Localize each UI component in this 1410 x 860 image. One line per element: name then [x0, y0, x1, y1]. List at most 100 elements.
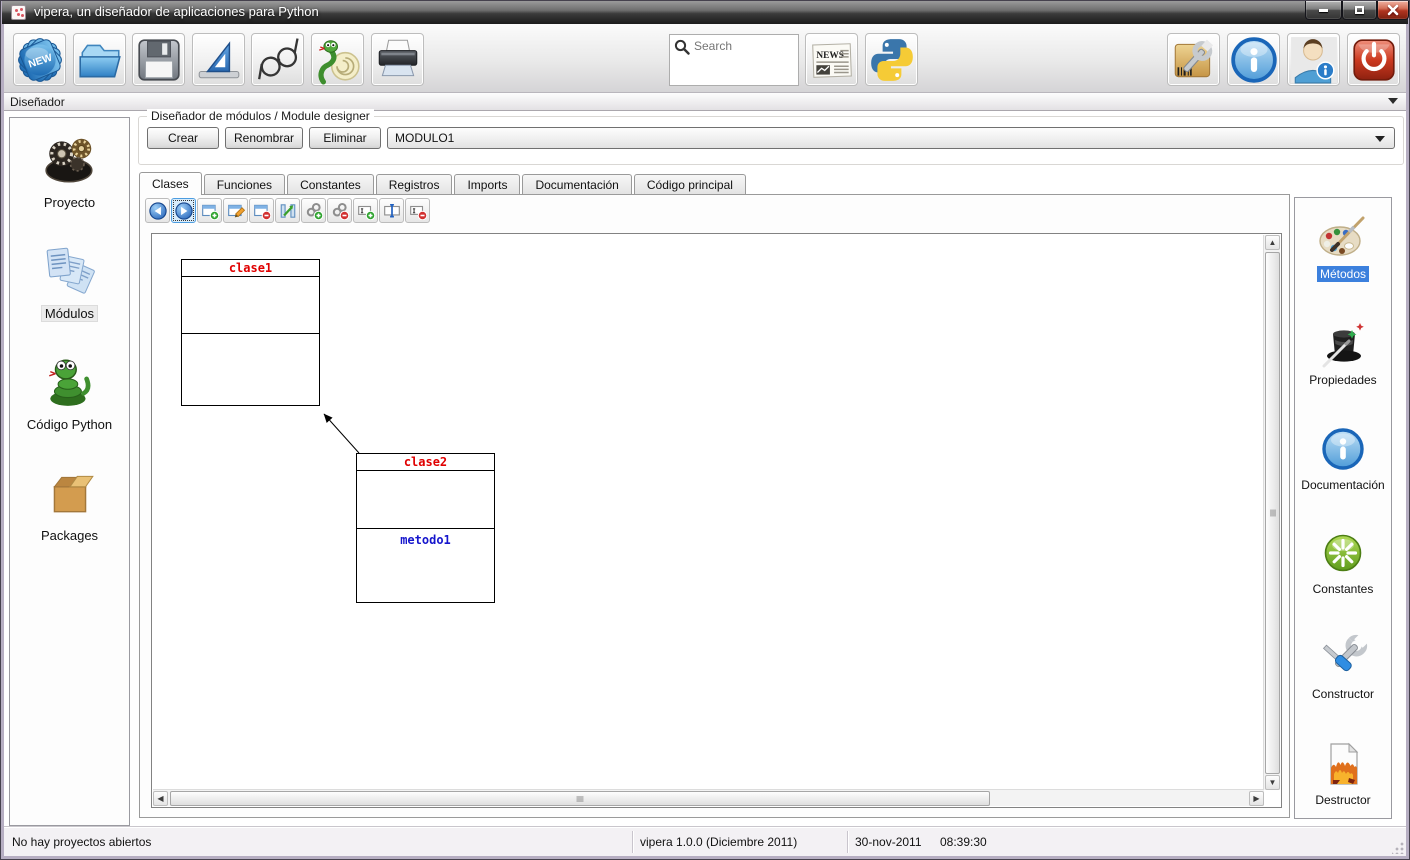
- new-project-button[interactable]: NEW: [13, 33, 66, 86]
- class-attributes-section: [182, 277, 319, 334]
- delete-module-button[interactable]: Eliminar: [309, 127, 381, 149]
- status-bar: No hay proyectos abiertos vipera 1.0.0 (…: [4, 827, 1406, 856]
- create-module-button[interactable]: Crear: [147, 127, 219, 149]
- add-relation-button[interactable]: [301, 198, 326, 223]
- canvas-horizontal-scrollbar[interactable]: ◀ ▶: [153, 789, 1264, 806]
- design-button[interactable]: [192, 33, 245, 86]
- close-button[interactable]: [1377, 1, 1409, 20]
- main-toolbar: NEW: [4, 24, 1406, 93]
- navigation-panel: Proyecto Módulos: [9, 117, 130, 826]
- status-message: No hay proyectos abiertos: [12, 835, 151, 849]
- exit-button[interactable]: [1347, 33, 1400, 86]
- info-circle-icon: [1319, 425, 1367, 473]
- class-box-clase1[interactable]: clase1: [181, 259, 320, 406]
- tool-item-constructor[interactable]: Constructor: [1309, 634, 1377, 702]
- green-star-icon: [1320, 531, 1366, 577]
- open-button[interactable]: [73, 33, 126, 86]
- scroll-down-icon[interactable]: ▼: [1265, 775, 1280, 790]
- tool-item-label: Constructor: [1309, 686, 1377, 702]
- tab-documentacion[interactable]: Documentación: [522, 174, 631, 195]
- forward-icon: [175, 202, 193, 220]
- module-designer-title: Diseñador de módulos / Module designer: [147, 109, 374, 123]
- link-delete-icon: [331, 202, 349, 220]
- view-button[interactable]: [251, 33, 304, 86]
- sidebar-item-proyecto[interactable]: Proyecto: [40, 132, 99, 211]
- packager-button[interactable]: [1167, 33, 1220, 86]
- tab-codigo-principal[interactable]: Código principal: [634, 174, 746, 195]
- edit-class-button[interactable]: [223, 198, 248, 223]
- forward-button[interactable]: [171, 198, 196, 223]
- move-class-button[interactable]: [275, 198, 300, 223]
- title-bar: vipera, un diseñador de aplicaciones par…: [2, 1, 1408, 24]
- sidebar-item-modulos[interactable]: Módulos: [41, 243, 98, 322]
- window-title: vipera, un diseñador de aplicaciones par…: [34, 4, 319, 19]
- minimize-button[interactable]: [1305, 1, 1342, 20]
- about-user-button[interactable]: [1287, 33, 1340, 86]
- tab-funciones[interactable]: Funciones: [204, 174, 285, 195]
- app-icon: [11, 5, 26, 20]
- sidebar-item-label: Proyecto: [40, 194, 99, 211]
- vipera-logo-button[interactable]: [311, 33, 364, 86]
- class-box-clase2[interactable]: clase2 metodo1: [356, 453, 495, 603]
- glasses-icon: [253, 35, 303, 85]
- new-project-icon: NEW: [15, 35, 65, 85]
- tab-constantes[interactable]: Constantes: [287, 174, 374, 195]
- tab-clases[interactable]: Clases: [139, 172, 202, 195]
- add-member-button[interactable]: [353, 198, 378, 223]
- package-wrench-icon: [1169, 35, 1219, 85]
- python-button[interactable]: [865, 33, 918, 86]
- scroll-left-icon[interactable]: ◀: [153, 791, 168, 806]
- canvas-vertical-scrollbar[interactable]: ▲ ▼: [1263, 235, 1280, 790]
- tool-item-documentacion[interactable]: Documentación: [1298, 425, 1387, 493]
- status-separator: [847, 831, 848, 853]
- client-area: Proyecto Módulos: [4, 111, 1406, 827]
- scroll-right-icon[interactable]: ▶: [1249, 791, 1264, 806]
- resize-grip[interactable]: [1392, 842, 1404, 854]
- tool-item-destructor[interactable]: Destructor: [1312, 740, 1373, 808]
- status-version: vipera 1.0.0 (Diciembre 2011): [640, 835, 797, 849]
- news-button[interactable]: NEWS: [805, 33, 858, 86]
- info-button[interactable]: [1227, 33, 1280, 86]
- collapse-arrow-icon[interactable]: [1388, 98, 1398, 104]
- tool-item-constantes[interactable]: Constantes: [1310, 531, 1377, 597]
- tab-imports[interactable]: Imports: [454, 174, 520, 195]
- rename-module-button[interactable]: Renombrar: [225, 127, 303, 149]
- search-input[interactable]: [692, 38, 792, 54]
- horizontal-scroll-thumb[interactable]: [170, 791, 990, 806]
- tool-item-metodos[interactable]: Métodos: [1317, 214, 1369, 282]
- class-diagram-canvas[interactable]: clase1 clase2 metodo1 ▲ ▼: [151, 233, 1282, 808]
- sidebar-item-packages[interactable]: Packages: [37, 465, 102, 544]
- info-icon: [1229, 35, 1279, 85]
- print-button[interactable]: [371, 33, 424, 86]
- add-class-button[interactable]: [197, 198, 222, 223]
- scroll-up-icon[interactable]: ▲: [1265, 235, 1280, 250]
- link-add-icon: [305, 202, 323, 220]
- delete-relation-button[interactable]: [327, 198, 352, 223]
- open-folder-icon: [75, 35, 125, 85]
- documents-icon: [41, 243, 97, 299]
- tool-item-propiedades[interactable]: Propiedades: [1306, 320, 1379, 388]
- magic-hat-icon: [1318, 320, 1368, 368]
- module-select[interactable]: MODULO1: [387, 127, 1395, 149]
- class-name: clase1: [182, 260, 319, 277]
- window-edit-icon: [227, 202, 245, 220]
- tab-registros[interactable]: Registros: [376, 174, 453, 195]
- field-add-icon: [357, 202, 375, 220]
- back-button[interactable]: [145, 198, 170, 223]
- edit-member-button[interactable]: [379, 198, 404, 223]
- tool-item-label: Propiedades: [1306, 372, 1379, 388]
- chevron-down-icon: [1375, 136, 1385, 142]
- window-add-icon: [201, 202, 219, 220]
- delete-member-button[interactable]: [405, 198, 430, 223]
- class-methods-section: [182, 334, 319, 338]
- vertical-scroll-thumb[interactable]: [1265, 252, 1280, 774]
- class-name: clase2: [357, 454, 494, 471]
- save-button[interactable]: [132, 33, 185, 86]
- method-name: metodo1: [400, 533, 451, 547]
- save-floppy-icon: [134, 35, 184, 85]
- sidebar-item-codigo-python[interactable]: Código Python: [23, 354, 116, 433]
- class-tools-panel: Métodos Propiedades: [1294, 197, 1392, 819]
- user-info-icon: [1289, 35, 1339, 85]
- maximize-button[interactable]: [1342, 1, 1377, 20]
- delete-class-button[interactable]: [249, 198, 274, 223]
